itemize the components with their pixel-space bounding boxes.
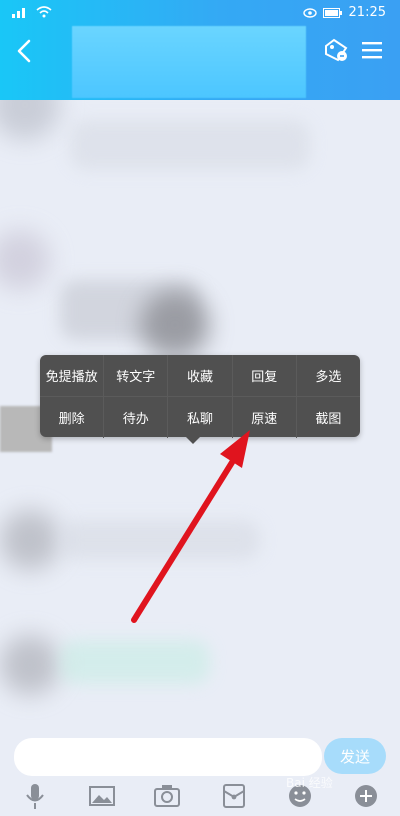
eye-icon: [302, 7, 317, 18]
menu-item-favorite[interactable]: 收藏: [167, 355, 231, 396]
context-menu-row-1: 免提播放 转文字 收藏 回复 多选: [40, 355, 360, 396]
menu-item-todo[interactable]: 待办: [103, 397, 167, 438]
wifi-icon: [36, 6, 52, 18]
menu-item-multiselect[interactable]: 多选: [295, 355, 360, 396]
menu-item-handsfree[interactable]: 免提播放: [40, 355, 103, 396]
hamburger-icon[interactable]: [360, 40, 384, 60]
composer: 发送: [0, 736, 400, 778]
context-menu-pointer: [186, 437, 200, 444]
chevron-left-icon[interactable]: [12, 38, 38, 64]
message-context-menu: 免提播放 转文字 收藏 回复 多选 删除 待办 私聊 原速 截图: [40, 355, 360, 444]
watermark: Bai 经验: [286, 776, 333, 790]
plus-icon[interactable]: [352, 782, 380, 810]
menu-item-reply[interactable]: 回复: [231, 355, 296, 396]
camera-icon[interactable]: [153, 782, 181, 810]
battery-icon: [322, 7, 342, 18]
status-bar: 21:25: [0, 0, 400, 26]
menu-item-to-text[interactable]: 转文字: [103, 355, 167, 396]
chat-title-redacted: [72, 26, 306, 98]
tag-icon[interactable]: [322, 36, 350, 64]
composer-toolbar: [0, 780, 400, 816]
menu-item-screenshot[interactable]: 截图: [295, 397, 360, 438]
message-input[interactable]: [14, 738, 322, 776]
image-icon[interactable]: [88, 782, 116, 810]
signal-icon: [12, 8, 25, 18]
menu-item-private-chat[interactable]: 私聊: [167, 397, 231, 438]
microphone-icon[interactable]: [21, 782, 49, 810]
red-packet-icon[interactable]: [220, 782, 248, 810]
menu-item-delete[interactable]: 删除: [40, 397, 103, 438]
status-time: 21:25: [348, 5, 386, 20]
context-menu-row-2: 删除 待办 私聊 原速 截图: [40, 396, 360, 438]
send-button[interactable]: 发送: [324, 738, 386, 774]
menu-item-original-speed[interactable]: 原速: [231, 397, 296, 438]
